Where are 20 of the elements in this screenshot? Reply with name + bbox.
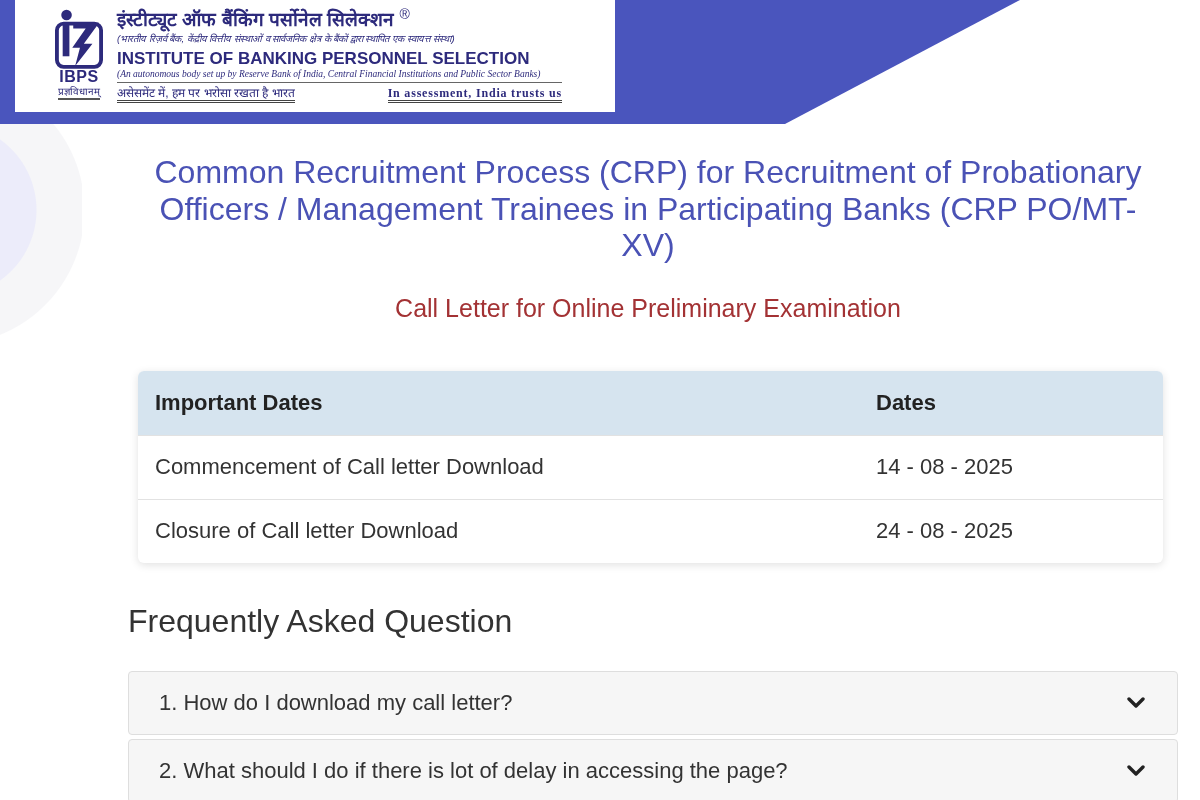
table-cell: 24 - 08 - 2025 (859, 499, 1163, 563)
page-title: Common Recruitment Process (CRP) for Recruitment of Probationary Officers / Management Trainees in Participating Banks (CRP PO/MT-XV) (153, 154, 1143, 264)
faq-heading: Frequently Asked Question (128, 601, 514, 640)
tagline: In assessment, India trusts us (387, 86, 562, 104)
table-cell: Closure of Call letter Download (138, 499, 859, 563)
logo-abbreviation: IBPS (59, 69, 99, 85)
page-subtitle: Call Letter for Online Preliminary Examination (394, 292, 902, 323)
table-cell: Commencement of Call letter Download (138, 435, 859, 499)
logo-motto: प्रज्ञविधानम् (58, 85, 100, 100)
institute-description: (An autonomous body set up by Reserve Bank of India, Central Financial Institutions and Public Sector Banks) (117, 69, 562, 84)
table-cell: 14 - 08 - 2025 (859, 435, 1163, 499)
tagline-hindi: असेसमेंट में, हम पर भरोसा रखता है भारत (117, 86, 295, 104)
institute-description-hindi: (भारतीय रिज़र्व बैंक, केंद्रीय वित्तीय संस्थाओं व सार्वजनिक क्षेत्र के बैंकों द्वारा स्थापित एक स्वायत्त संस्था) (117, 33, 456, 45)
institute-name-hindi: इंस्टीट्यूट ऑफ बैंकिंग पर्सोनेल सिलेक्शन $^{®}$ (117, 5, 411, 32)
logo-icon (55, 9, 103, 69)
faq-question[interactable]: 1. How do I download my call letter? (128, 670, 1178, 735)
column-header: Important Dates (138, 370, 859, 435)
faq-question[interactable]: 2. What should I do if there is lot of delay in accessing the page? (128, 738, 1178, 800)
column-header: Dates (859, 370, 1163, 435)
institute-name: INSTITUTE OF BANKING PERSONNEL SELECTION (117, 49, 531, 69)
